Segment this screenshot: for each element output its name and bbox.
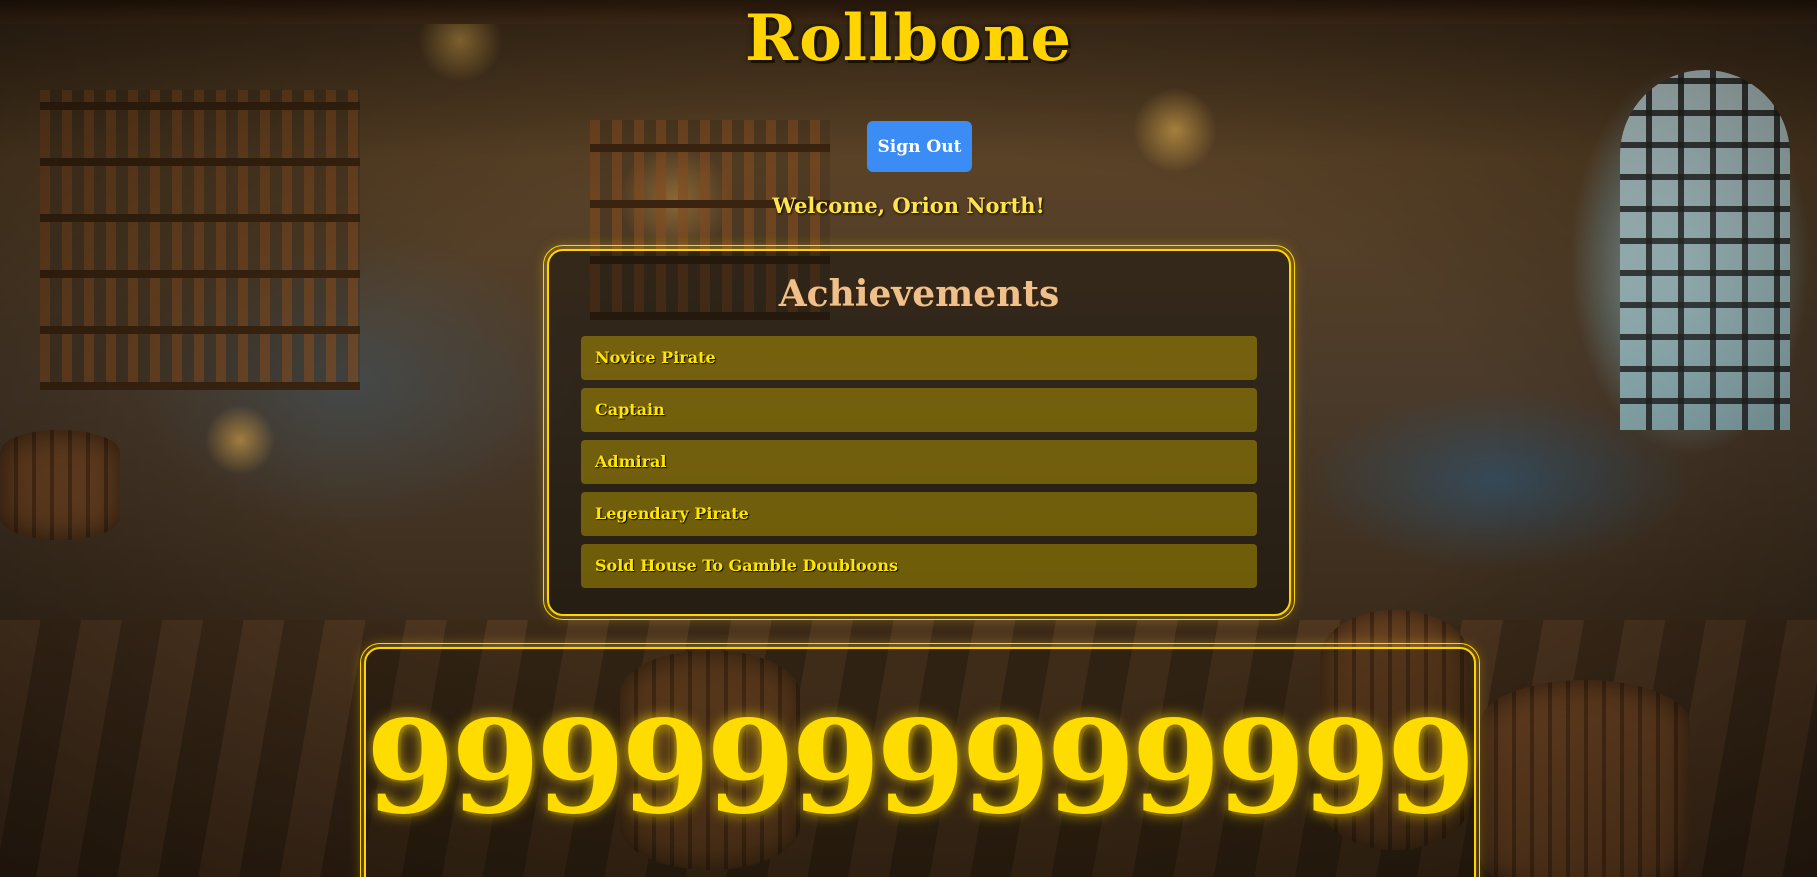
gold-balance-amount: 9999999999999 gold [366, 693, 1474, 843]
app-title: Rollbone [744, 1, 1073, 76]
achievements-list: Novice Pirate Captain Admiral Legendary … [581, 336, 1257, 596]
achievements-heading: Achievements [778, 273, 1060, 315]
achievements-panel: Achievements Novice Pirate Captain Admir… [543, 245, 1295, 620]
welcome-message: Welcome, Orion North! [772, 193, 1045, 218]
achievement-item: Novice Pirate [581, 336, 1257, 380]
achievement-item: Sold House To Gamble Doubloons [581, 544, 1257, 588]
achievement-item: Captain [581, 388, 1257, 432]
achievement-item: Legendary Pirate [581, 492, 1257, 536]
achievement-item: Admiral [581, 440, 1257, 484]
gold-balance-panel: 9999999999999 gold [360, 643, 1480, 877]
sign-out-button[interactable]: Sign Out [867, 121, 972, 172]
